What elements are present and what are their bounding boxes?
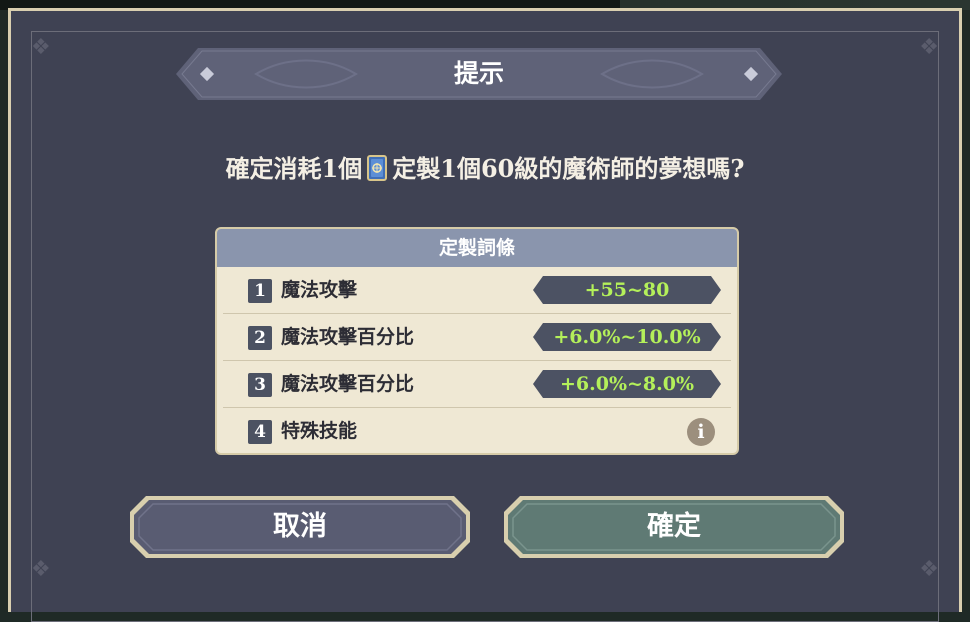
attribute-label: 魔法攻擊百分比 [281, 326, 415, 348]
row-number: 1 [248, 279, 272, 303]
attribute-label: 魔法攻擊百分比 [281, 373, 415, 395]
magic-book-icon [366, 152, 388, 181]
attribute-row: 2 魔法攻擊百分比 +6.0%~10.0% [223, 314, 731, 361]
attribute-row: 4 特殊技能 i [223, 408, 731, 453]
confirm-button[interactable]: 確定 [504, 496, 844, 558]
row-number: 3 [248, 373, 272, 397]
attribute-row: 1 魔法攻擊 +55~80 [223, 267, 731, 314]
confirm-prompt: 確定消耗1個 定製1個60級的魔術師的夢想嗎? [0, 147, 970, 191]
prompt-prefix: 確定消耗1個 [225, 154, 363, 183]
corner-ornament-icon: ❖ [31, 557, 51, 582]
prompt-suffix: 定製1個60級的魔術師的夢想嗎? [392, 154, 745, 183]
confirm-button-label: 確定 [647, 511, 701, 542]
cancel-button-label: 取消 [273, 511, 327, 542]
info-icon[interactable]: i [687, 418, 715, 446]
attribute-label: 魔法攻擊 [281, 279, 358, 301]
attribute-value: +6.0%~10.0% [533, 323, 721, 351]
panel-header: 定製詞條 [217, 229, 737, 267]
attribute-value: +55~80 [533, 276, 721, 304]
custom-attributes-panel: 定製詞條 1 魔法攻擊 +55~80 2 魔法攻擊百分比 +6.0%~10.0%… [215, 227, 739, 455]
attribute-value: +6.0%~8.0% [533, 370, 721, 398]
corner-ornament-icon: ❖ [31, 35, 51, 60]
row-number: 4 [248, 420, 272, 444]
attribute-label: 特殊技能 [281, 420, 358, 442]
row-number: 2 [248, 326, 272, 350]
corner-ornament-icon: ❖ [919, 35, 939, 60]
title-banner: 提示 [176, 48, 782, 100]
corner-ornament-icon: ❖ [919, 557, 939, 582]
attribute-row: 3 魔法攻擊百分比 +6.0%~8.0% [223, 361, 731, 408]
dialog-title: 提示 [453, 59, 504, 88]
cancel-button[interactable]: 取消 [130, 496, 470, 558]
